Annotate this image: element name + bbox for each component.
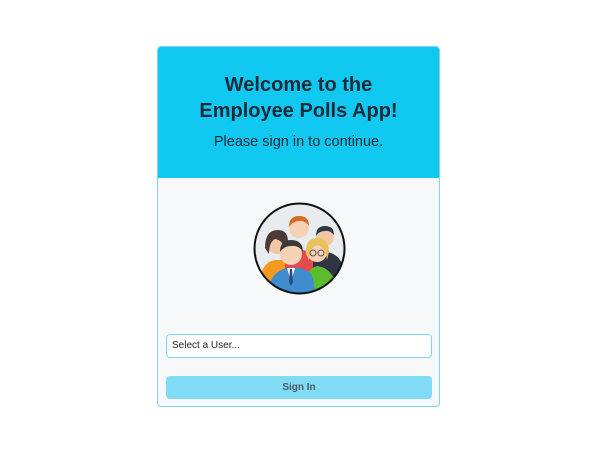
title-line-1: Welcome to the <box>224 74 373 96</box>
employee-group-icon <box>253 202 346 295</box>
title-line-2: Employee Polls App! <box>199 100 398 122</box>
user-select[interactable]: Select a User... <box>166 334 432 358</box>
login-card: Welcome to the Employee Polls App! Pleas… <box>157 46 440 407</box>
page-subtitle: Please sign in to continue. <box>213 134 384 150</box>
sign-in-button[interactable]: Sign In <box>166 376 432 399</box>
page-title: Welcome to the Employee Polls App! <box>158 72 439 124</box>
login-header: Welcome to the Employee Polls App! Pleas… <box>158 47 439 178</box>
